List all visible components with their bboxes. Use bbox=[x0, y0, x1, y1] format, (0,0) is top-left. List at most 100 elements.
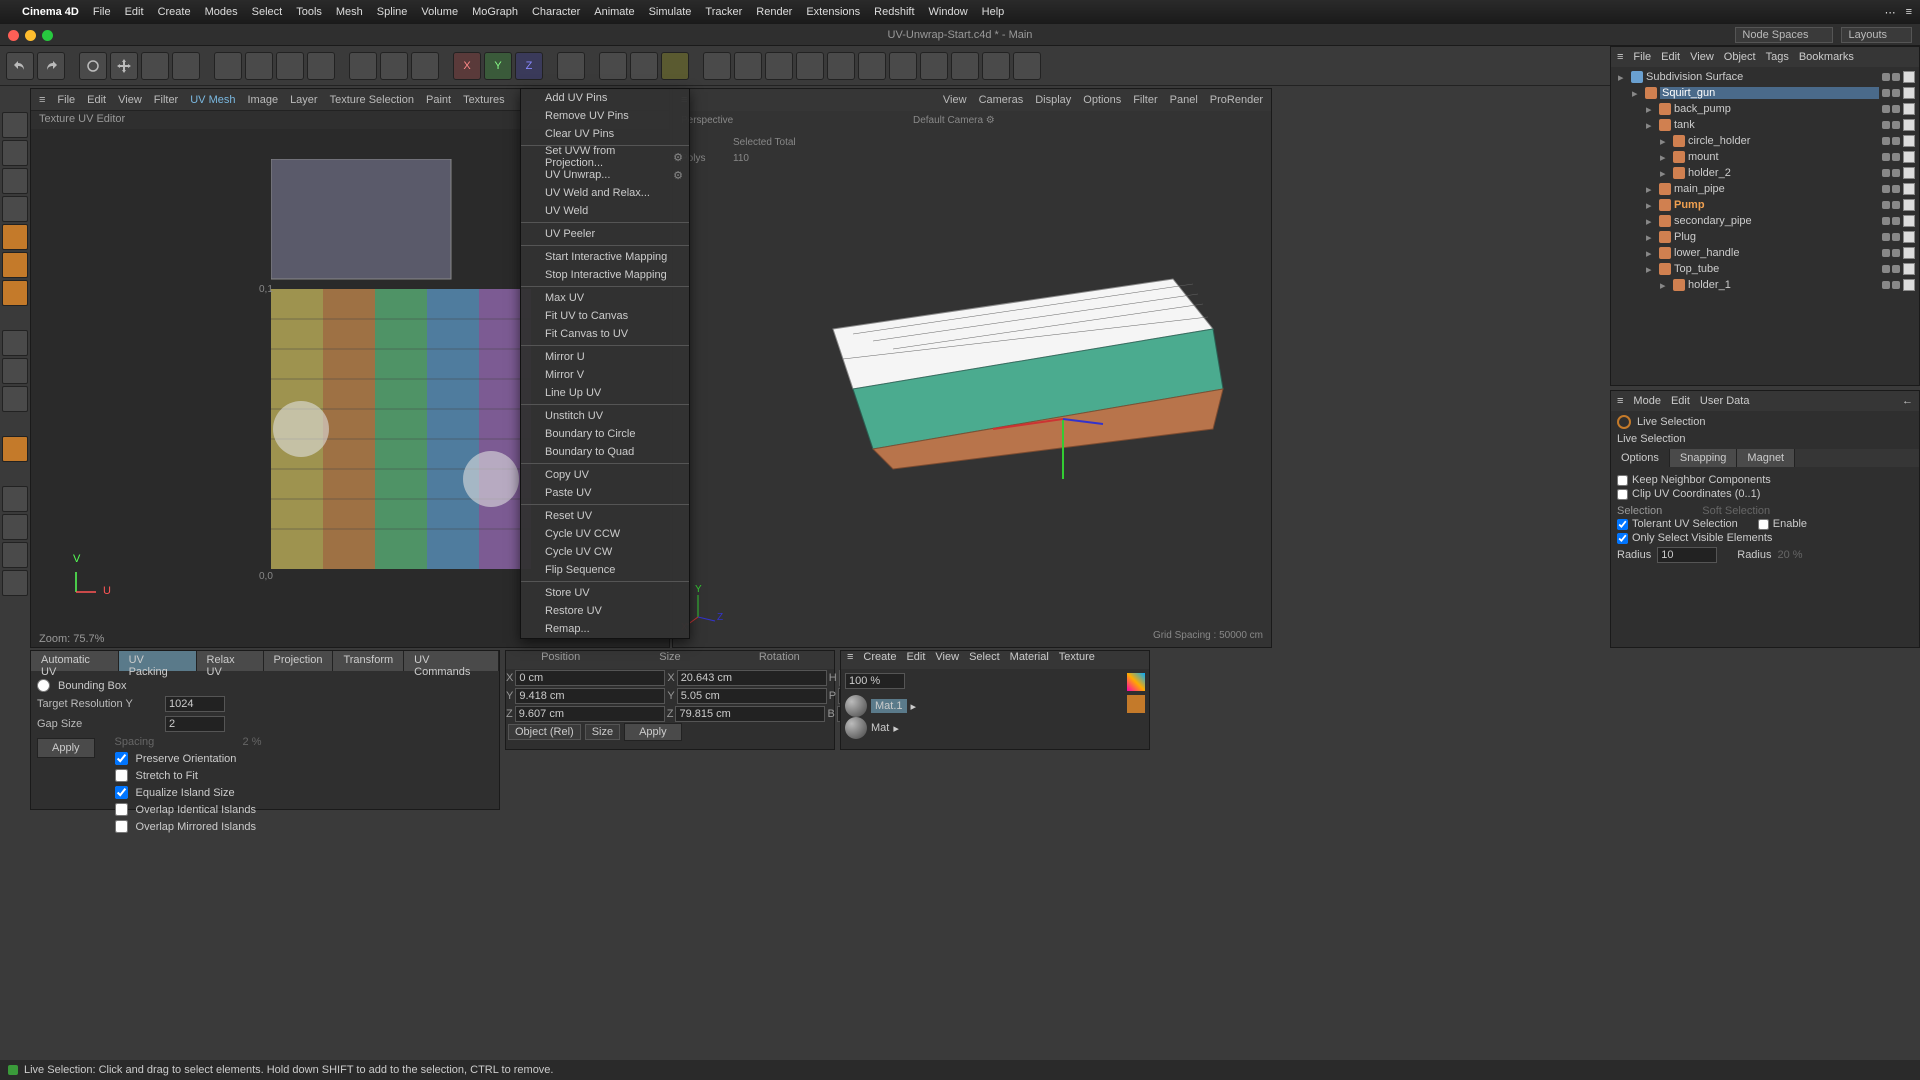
texture-swatch-icon[interactable] bbox=[1127, 695, 1145, 713]
visibility-dot[interactable] bbox=[1882, 185, 1890, 193]
vp-menu-panel[interactable]: Panel bbox=[1170, 94, 1198, 106]
tree-row[interactable]: ▸ secondary_pipe bbox=[1615, 213, 1915, 229]
texture-swatch-icon[interactable] bbox=[1127, 673, 1145, 691]
expand-icon[interactable]: ▸ bbox=[1646, 103, 1656, 116]
radius-input[interactable] bbox=[1657, 547, 1717, 563]
menu-item[interactable]: Flip Sequence bbox=[521, 561, 689, 579]
expand-icon[interactable]: ▸ bbox=[1660, 279, 1670, 292]
attrmgr-grip[interactable]: ≡ bbox=[1617, 395, 1623, 407]
z-axis-button[interactable]: Z bbox=[515, 52, 543, 80]
uv-menu-grip[interactable]: ≡ bbox=[39, 94, 45, 106]
workplane-button[interactable] bbox=[2, 168, 28, 194]
uv-menu-image[interactable]: Image bbox=[247, 94, 278, 106]
tab-uv-commands[interactable]: UV Commands bbox=[404, 651, 499, 671]
tray-icon[interactable]: ≡ bbox=[1906, 6, 1912, 19]
menu-tracker[interactable]: Tracker bbox=[705, 6, 742, 18]
uvw-tag-icon[interactable] bbox=[1903, 135, 1915, 147]
vp-menu-options[interactable]: Options bbox=[1083, 94, 1121, 106]
object-name[interactable]: main_pipe bbox=[1674, 183, 1879, 195]
deformer-button[interactable] bbox=[796, 52, 824, 80]
scale-tool[interactable] bbox=[141, 52, 169, 80]
uv-menu-filter[interactable]: Filter bbox=[154, 94, 178, 106]
menu-select[interactable]: Select bbox=[252, 6, 283, 18]
object-name[interactable]: Top_tube bbox=[1674, 263, 1879, 275]
visibility-dot[interactable] bbox=[1882, 73, 1890, 81]
expand-icon[interactable]: ▸ bbox=[1646, 119, 1656, 132]
menu-window[interactable]: Window bbox=[929, 6, 968, 18]
object-name[interactable]: Squirt_gun bbox=[1660, 87, 1879, 99]
chevron-right-icon[interactable]: ▸ bbox=[911, 700, 917, 713]
object-name[interactable]: secondary_pipe bbox=[1674, 215, 1879, 227]
menu-item[interactable]: Boundary to Circle bbox=[521, 425, 689, 443]
stretch-checkbox[interactable] bbox=[115, 769, 128, 782]
visibility-dot[interactable] bbox=[1892, 281, 1900, 289]
expand-icon[interactable]: ▸ bbox=[1660, 167, 1670, 180]
visibility-dot[interactable] bbox=[1882, 153, 1890, 161]
pos-y-input[interactable] bbox=[515, 688, 665, 704]
uv-menu-edit[interactable]: Edit bbox=[87, 94, 106, 106]
target-res-input[interactable] bbox=[165, 696, 225, 712]
preserve-checkbox[interactable] bbox=[115, 752, 128, 765]
app-name[interactable]: Cinema 4D bbox=[22, 6, 79, 18]
tab-relax-uv[interactable]: Relax UV bbox=[197, 651, 264, 671]
tree-row[interactable]: ▸ Squirt_gun bbox=[1615, 85, 1915, 101]
bbox-radio[interactable] bbox=[37, 679, 50, 692]
render-region-button[interactable] bbox=[630, 52, 658, 80]
vp-menu-view[interactable]: View bbox=[943, 94, 967, 106]
expand-icon[interactable]: ▸ bbox=[1660, 151, 1670, 164]
object-name[interactable]: tank bbox=[1674, 119, 1879, 131]
menu-character[interactable]: Character bbox=[532, 6, 580, 18]
tool-button[interactable] bbox=[2, 486, 28, 512]
tree-row[interactable]: ▸Top_tube bbox=[1615, 261, 1915, 277]
clip-uv-checkbox[interactable] bbox=[1617, 489, 1628, 500]
tool-button[interactable] bbox=[2, 514, 28, 540]
uvw-tag-icon[interactable] bbox=[1903, 167, 1915, 179]
visibility-dot[interactable] bbox=[1892, 137, 1900, 145]
visibility-dot[interactable] bbox=[1892, 185, 1900, 193]
render-settings-button[interactable] bbox=[661, 52, 689, 80]
tree-row[interactable]: ▸circle_holder bbox=[1615, 133, 1915, 149]
overlap-mirror-checkbox[interactable] bbox=[115, 820, 128, 833]
coord-mode-select[interactable]: Object (Rel) bbox=[508, 724, 581, 740]
tree-row[interactable]: ▸Subdivision Surface bbox=[1615, 69, 1915, 85]
tray-icon[interactable]: ⋯ bbox=[1885, 6, 1896, 19]
menu-mograph[interactable]: MoGraph bbox=[472, 6, 518, 18]
matmgr-menu-create[interactable]: Create bbox=[863, 651, 896, 669]
vp-menu-display[interactable]: Display bbox=[1035, 94, 1071, 106]
tool-button[interactable] bbox=[982, 52, 1010, 80]
only-visible-checkbox[interactable] bbox=[1617, 533, 1628, 544]
tool-button[interactable] bbox=[214, 52, 242, 80]
expand-icon[interactable]: ▸ bbox=[1646, 215, 1656, 228]
menu-item[interactable]: Mirror U bbox=[521, 348, 689, 366]
menu-extensions[interactable]: Extensions bbox=[806, 6, 860, 18]
tool-button[interactable] bbox=[557, 52, 585, 80]
expand-icon[interactable]: ▸ bbox=[1632, 87, 1642, 100]
environment-button[interactable] bbox=[827, 52, 855, 80]
menu-create[interactable]: Create bbox=[158, 6, 191, 18]
visibility-dot[interactable] bbox=[1882, 281, 1890, 289]
visibility-dot[interactable] bbox=[1892, 233, 1900, 241]
menu-modes[interactable]: Modes bbox=[205, 6, 238, 18]
uv-menu-view[interactable]: View bbox=[118, 94, 142, 106]
chevron-right-icon[interactable]: ▸ bbox=[893, 722, 899, 735]
objmgr-menu-tags[interactable]: Tags bbox=[1766, 51, 1789, 63]
snap-button[interactable] bbox=[2, 386, 28, 412]
zoom-input[interactable] bbox=[845, 673, 905, 689]
menu-edit[interactable]: Edit bbox=[125, 6, 144, 18]
menu-item[interactable]: Max UV bbox=[521, 289, 689, 307]
uvw-tag-icon[interactable] bbox=[1903, 103, 1915, 115]
tab-transform[interactable]: Transform bbox=[333, 651, 404, 671]
visibility-dot[interactable] bbox=[1892, 217, 1900, 225]
attrmgr-menu-userdata[interactable]: User Data bbox=[1700, 395, 1750, 407]
tool-button[interactable] bbox=[2, 570, 28, 596]
uv-menu-layer[interactable]: Layer bbox=[290, 94, 318, 106]
menu-tools[interactable]: Tools bbox=[296, 6, 322, 18]
nav-back-icon[interactable]: ← bbox=[1902, 395, 1913, 407]
uvw-tag-icon[interactable] bbox=[1903, 87, 1915, 99]
menu-item[interactable]: Cycle UV CCW bbox=[521, 525, 689, 543]
uvw-tag-icon[interactable] bbox=[1903, 151, 1915, 163]
menu-animate[interactable]: Animate bbox=[594, 6, 634, 18]
matmgr-menu-select[interactable]: Select bbox=[969, 651, 1000, 669]
tab-uv-packing[interactable]: UV Packing bbox=[119, 651, 197, 671]
tool-button[interactable] bbox=[951, 52, 979, 80]
